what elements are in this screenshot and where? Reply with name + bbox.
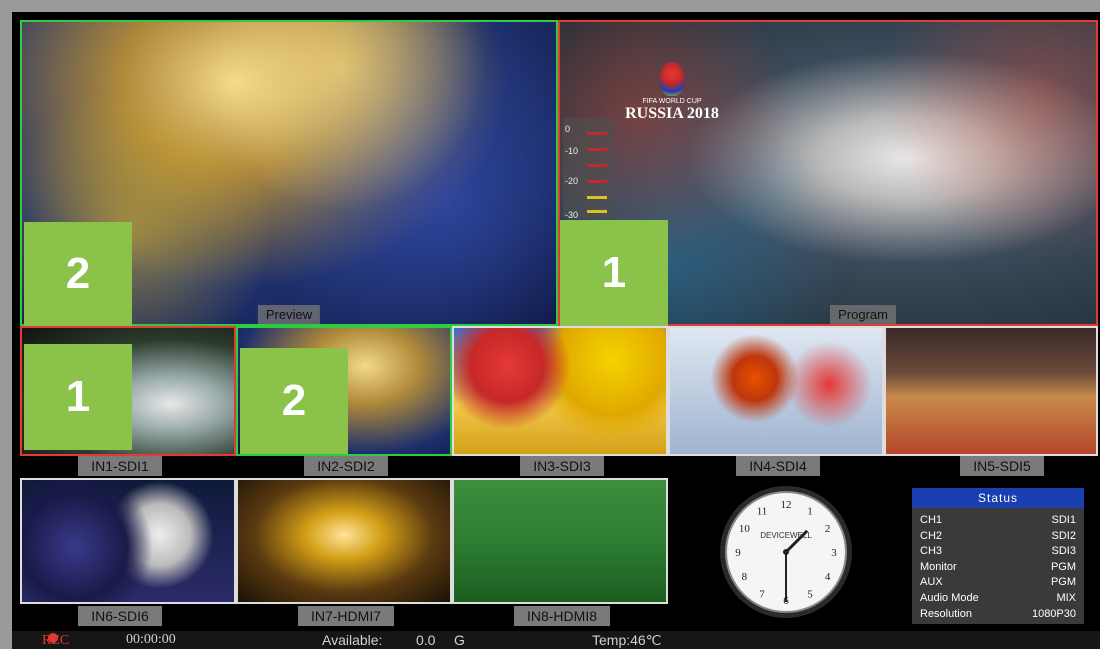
input-label-4: IN4-SDI4	[736, 456, 820, 476]
meter-segment	[587, 180, 607, 183]
left-border	[0, 0, 12, 649]
clock-numeral: 7	[759, 589, 765, 601]
clock-numeral: 9	[735, 547, 741, 559]
input-label-1: IN1-SDI1	[78, 456, 162, 476]
meter-segment	[587, 148, 607, 151]
status-key: CH2	[920, 529, 943, 542]
meter-tick-10: -10	[565, 146, 579, 156]
preview-label: Preview	[257, 305, 321, 324]
status-title: Status	[912, 488, 1084, 508]
status-value: SDI1	[1051, 514, 1076, 526]
meter-segment	[587, 164, 607, 167]
status-panel: Status CH1 SDI1 CH2 SDI2 CH3 SDI3 Monitor PG…	[912, 488, 1084, 624]
audio-level-meter: 0 -10 -20 -30	[563, 118, 613, 220]
input-tile-7[interactable]	[236, 478, 452, 604]
status-key: CH1	[920, 514, 943, 526]
meter-tick-0: 0	[565, 124, 571, 134]
world-cup-emblem-icon	[660, 62, 684, 96]
input-tile-3[interactable]	[452, 326, 668, 456]
clock-numeral: 2	[825, 523, 831, 535]
status-row-ch3: CH3 SDI3	[912, 544, 1084, 560]
status-key: Resolution	[920, 607, 972, 620]
meter-segment	[587, 196, 607, 199]
status-value: 1080P30	[1031, 607, 1076, 620]
analog-clock: 121234567891011 DEVICEWELL	[720, 486, 852, 618]
program-tally-badge: 1	[560, 220, 668, 326]
meter-segment	[587, 132, 607, 135]
input-3-image	[454, 328, 666, 454]
input-label-7: IN7-HDMI7	[298, 606, 394, 626]
status-key: AUX	[920, 576, 943, 589]
rec-dot-icon	[48, 633, 58, 643]
available-label: Available:	[322, 632, 383, 648]
input-label-8: IN8-HDMI8	[514, 606, 610, 626]
meter-segment	[587, 210, 607, 213]
meter-tick-30: -30	[565, 210, 579, 220]
input-2-tally-badge: 2	[240, 348, 348, 454]
world-cup-line2: RUSSIA 2018	[625, 105, 719, 122]
status-row-ch1: CH1 SDI1	[912, 513, 1084, 529]
clock-numeral: 3	[831, 547, 837, 559]
available-value: 0.0	[416, 632, 436, 648]
input-label-2: IN2-SDI2	[304, 456, 388, 476]
clock-numeral: 12	[781, 499, 792, 511]
input-tile-6[interactable]	[20, 478, 236, 604]
input-1-tally-badge: 1	[24, 344, 132, 450]
clock-numeral: 11	[757, 505, 768, 517]
input-4-image	[670, 328, 882, 454]
input-7-image	[238, 480, 450, 602]
status-row-resolution: Resolution 1080P30	[912, 607, 1084, 623]
status-row-monitor: Monitor PGM	[912, 560, 1084, 576]
status-value: SDI3	[1051, 545, 1076, 558]
meter-tick-20: -20	[565, 176, 579, 186]
record-timecode: 00:00:00	[126, 632, 176, 647]
input-8-image	[454, 480, 666, 602]
clock-numeral: 1	[807, 505, 813, 517]
status-key: Audio Mode	[920, 591, 979, 604]
clock-numeral: 4	[825, 571, 831, 583]
status-key: Monitor	[920, 560, 957, 573]
multiview-screen: Preview 2 FIFA WORLD CUP RUSSIA 2018 Pro…	[0, 0, 1100, 649]
clock-numeral: 10	[739, 523, 751, 535]
input-5-image	[886, 328, 1096, 454]
clock-numeral: 8	[742, 571, 748, 583]
input-tile-4[interactable]	[668, 326, 884, 456]
world-cup-line1: FIFA WORLD CUP	[642, 98, 702, 105]
status-key: CH3	[920, 545, 943, 558]
program-label: Program	[830, 305, 896, 324]
status-row-aux: AUX PGM	[912, 575, 1084, 591]
clock-numeral: 5	[807, 589, 813, 601]
preview-tally-badge: 2	[24, 222, 132, 326]
input-tile-5[interactable]	[884, 326, 1098, 456]
status-row-ch2: CH2 SDI2	[912, 529, 1084, 545]
available-unit: G	[454, 632, 465, 648]
world-cup-logo: FIFA WORLD CUP RUSSIA 2018	[612, 62, 732, 123]
top-border	[0, 0, 1100, 12]
status-value: SDI2	[1051, 529, 1076, 542]
input-label-6: IN6-SDI6	[78, 606, 162, 626]
input-6-image	[22, 480, 234, 602]
input-tile-8[interactable]	[452, 478, 668, 604]
temperature-readout: Temp:46℃	[592, 632, 662, 648]
input-label-5: IN5-SDI5	[960, 456, 1044, 476]
bottom-status-bar: REC 00:00:00 Available: 0.0 G Temp:46℃	[12, 631, 1100, 649]
input-label-3: IN3-SDI3	[520, 456, 604, 476]
status-value: PGM	[1050, 560, 1076, 573]
status-row-audio-mode: Audio Mode MIX	[912, 591, 1084, 607]
status-value: MIX	[1056, 591, 1076, 604]
status-rows: CH1 SDI1 CH2 SDI2 CH3 SDI3 Monitor PGM AUX PG…	[912, 508, 1084, 622]
status-value: PGM	[1050, 576, 1076, 589]
clock-center-pin	[783, 549, 789, 555]
